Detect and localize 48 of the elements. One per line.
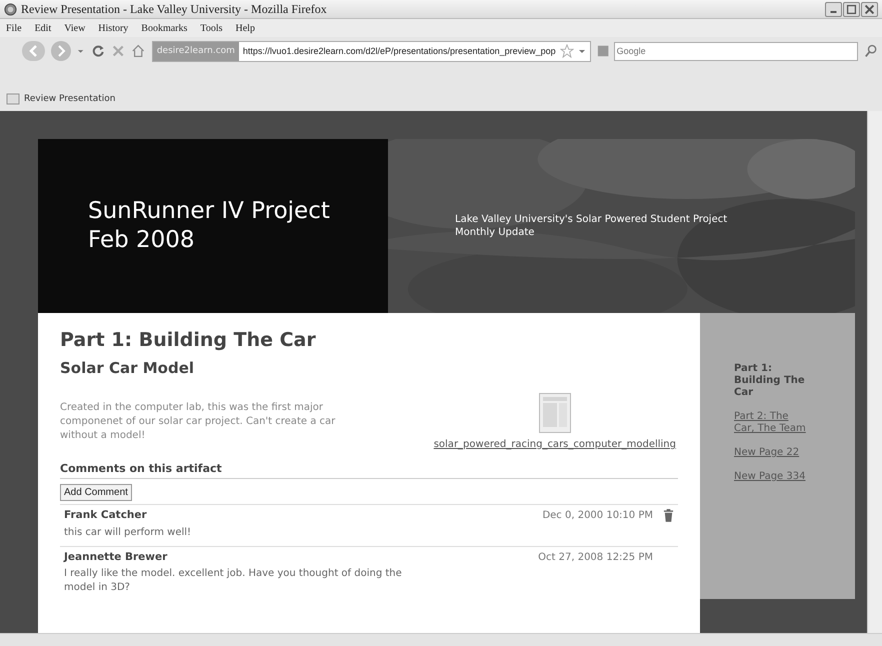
trash-icon[interactable] — [663, 509, 674, 522]
menu-item[interactable]: Help — [236, 22, 255, 34]
star-icon[interactable] — [560, 44, 574, 58]
presentation-subtitle: Lake Valley University's Solar Powered Student Project Monthly Update — [455, 213, 728, 239]
comment-text: I really like the model. excellent job. Have you thought of doing the model in 3D? — [64, 567, 403, 595]
close-icon — [862, 2, 877, 16]
artifact-file-link[interactable]: solar_powered_racing_cars_computer_modelling — [434, 439, 676, 450]
comments-heading: Comments on this artifact — [60, 462, 678, 479]
dropdown-arrow-icon[interactable] — [578, 47, 586, 55]
page-icon — [6, 93, 20, 105]
close-button[interactable] — [861, 2, 878, 16]
menu-item[interactable]: File — [6, 22, 22, 34]
page-nav-link[interactable]: Part 1: Building The Car — [734, 363, 810, 399]
search-engine-icon[interactable] — [596, 44, 611, 58]
artifact-title: Solar Car Model — [60, 359, 196, 377]
comment-author: Jeannette Brewer — [64, 551, 168, 563]
comment-date: Dec 0, 2000 10:10 PM — [542, 510, 653, 521]
artifact-description: Created in the computer lab, this was the first major componenet of our solar car project. Can't create a car without a model! — [60, 401, 336, 443]
vertical-scrollbar[interactable] — [867, 111, 882, 633]
menu-item[interactable]: View — [64, 22, 86, 34]
comment-text: this car will perform well! — [64, 526, 192, 540]
address-field[interactable]: desire2learn.com https://lvuo1.desire2learn.com/d2l/eP/presentations/presentation_preview_pop — [152, 40, 591, 62]
maximize-icon — [844, 2, 859, 16]
search-icon[interactable] — [864, 43, 878, 59]
forward-button[interactable] — [51, 41, 72, 61]
document-thumbnail-icon — [538, 391, 571, 435]
dropdown-arrow-icon[interactable] — [77, 47, 85, 55]
menu-item[interactable]: Tools — [200, 22, 222, 34]
reload-icon[interactable] — [90, 43, 106, 59]
stop-icon[interactable] — [111, 43, 126, 59]
browser-tab[interactable]: Review Presentation — [4, 91, 118, 107]
menu-item[interactable]: Edit — [34, 22, 52, 34]
minimize-button[interactable] — [825, 2, 842, 16]
page-heading: Part 1: Building The Car — [60, 329, 317, 351]
menu-item[interactable]: History — [98, 22, 128, 34]
presentation-title: SunRunner IV Project Feb 2008 — [88, 197, 330, 255]
menu-item[interactable]: Bookmarks — [141, 22, 188, 34]
window-title: Review Presentation - Lake Valley University - Mozilla Firefox — [21, 2, 328, 16]
maximize-button[interactable] — [843, 2, 860, 16]
horizontal-scrollbar[interactable] — [0, 633, 882, 646]
browser-logo-icon — [4, 2, 17, 16]
minimize-icon — [830, 10, 837, 12]
url-text: https://lvuo1.desire2learn.com/d2l/eP/presentations/presentation_preview_pop — [242, 46, 556, 56]
comment-author: Frank Catcher — [64, 509, 147, 522]
add-comment-button[interactable]: Add Comment — [60, 484, 132, 501]
search-field[interactable]: Google — [614, 42, 858, 60]
home-icon[interactable] — [131, 43, 146, 59]
comment-date: Oct 27, 2008 12:25 PM — [538, 552, 653, 562]
